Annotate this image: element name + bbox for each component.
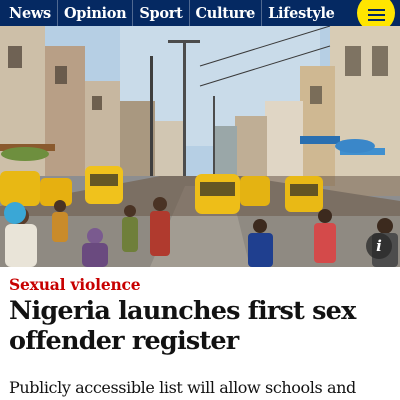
nav-item-culture[interactable]: Culture [190,0,263,26]
nav-item-news[interactable]: News [0,0,58,26]
nav-item-sport[interactable]: Sport [133,0,190,26]
hero-image[interactable] [0,26,400,267]
article-standfirst: Publicly accessible list will allow scho… [9,378,356,400]
street-scene-photo [0,26,400,267]
nav-item-opinion[interactable]: Opinion [58,0,134,26]
info-icon[interactable]: i [366,233,392,259]
article-headline: Nigeria launches first sex offender regi… [9,296,356,356]
top-navigation: News Opinion Sport Culture Lifestyle [0,0,400,26]
section-kicker[interactable]: Sexual violence [9,275,141,294]
hamburger-menu-icon [367,9,385,11]
nav-item-lifestyle[interactable]: Lifestyle [262,0,341,26]
